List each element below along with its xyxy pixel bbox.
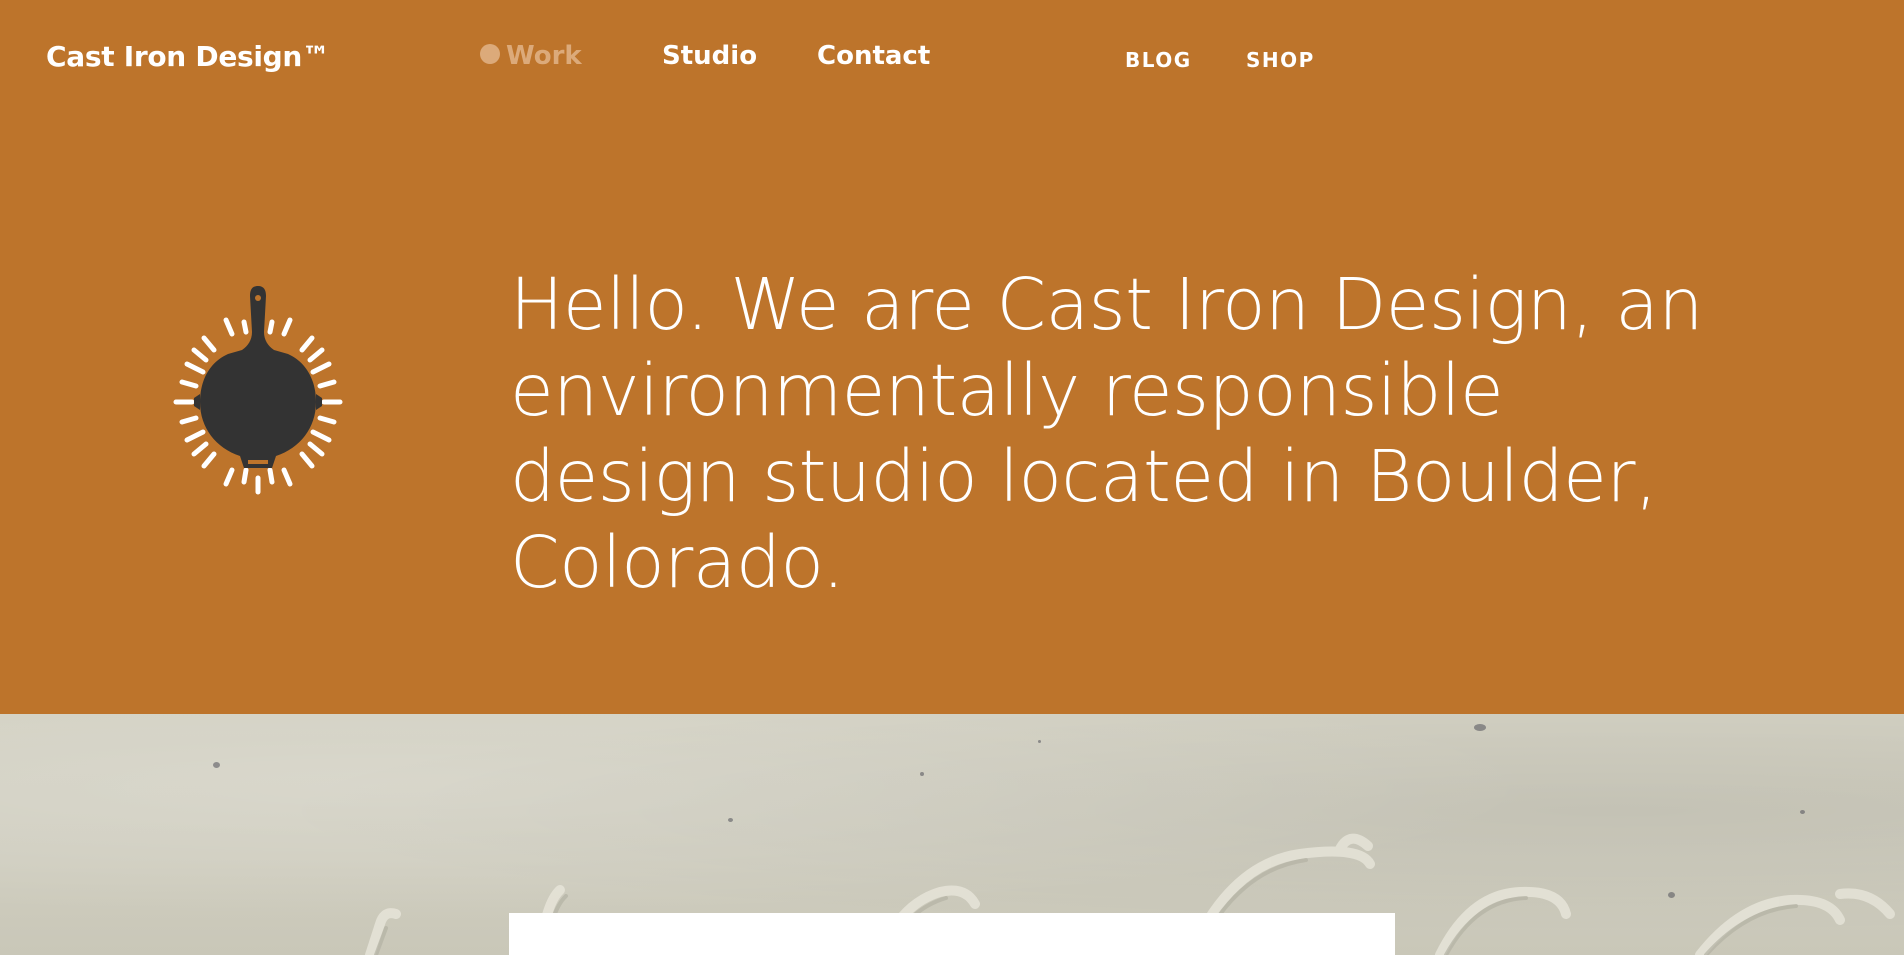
nav-item-blog[interactable]: BLOG xyxy=(1125,48,1192,72)
hero-headline: Hello. We are Cast Iron Design, an envir… xyxy=(510,263,1703,604)
paper-speck xyxy=(213,762,220,768)
paper-speck xyxy=(728,818,733,822)
paper-speck xyxy=(1474,724,1486,731)
brand-logo-link[interactable]: Cast Iron Design™ xyxy=(46,40,330,73)
paper-speck xyxy=(1800,810,1805,814)
content-card xyxy=(509,913,1395,955)
hero-section: Cast Iron Design™ Work Studio Contact BL… xyxy=(0,0,1904,714)
skillet-sunburst-icon xyxy=(170,282,350,502)
paper-speck xyxy=(920,772,924,776)
nav-item-contact[interactable]: Contact xyxy=(817,41,930,71)
nav-item-studio[interactable]: Studio xyxy=(662,41,757,71)
paper-speck xyxy=(1668,892,1675,898)
paper-speck xyxy=(1038,740,1041,743)
nav-item-work-label: Work xyxy=(506,41,582,71)
active-indicator-dot xyxy=(480,43,500,64)
nav-item-work[interactable]: Work xyxy=(480,41,582,71)
nav-item-shop[interactable]: SHOP xyxy=(1246,48,1315,72)
